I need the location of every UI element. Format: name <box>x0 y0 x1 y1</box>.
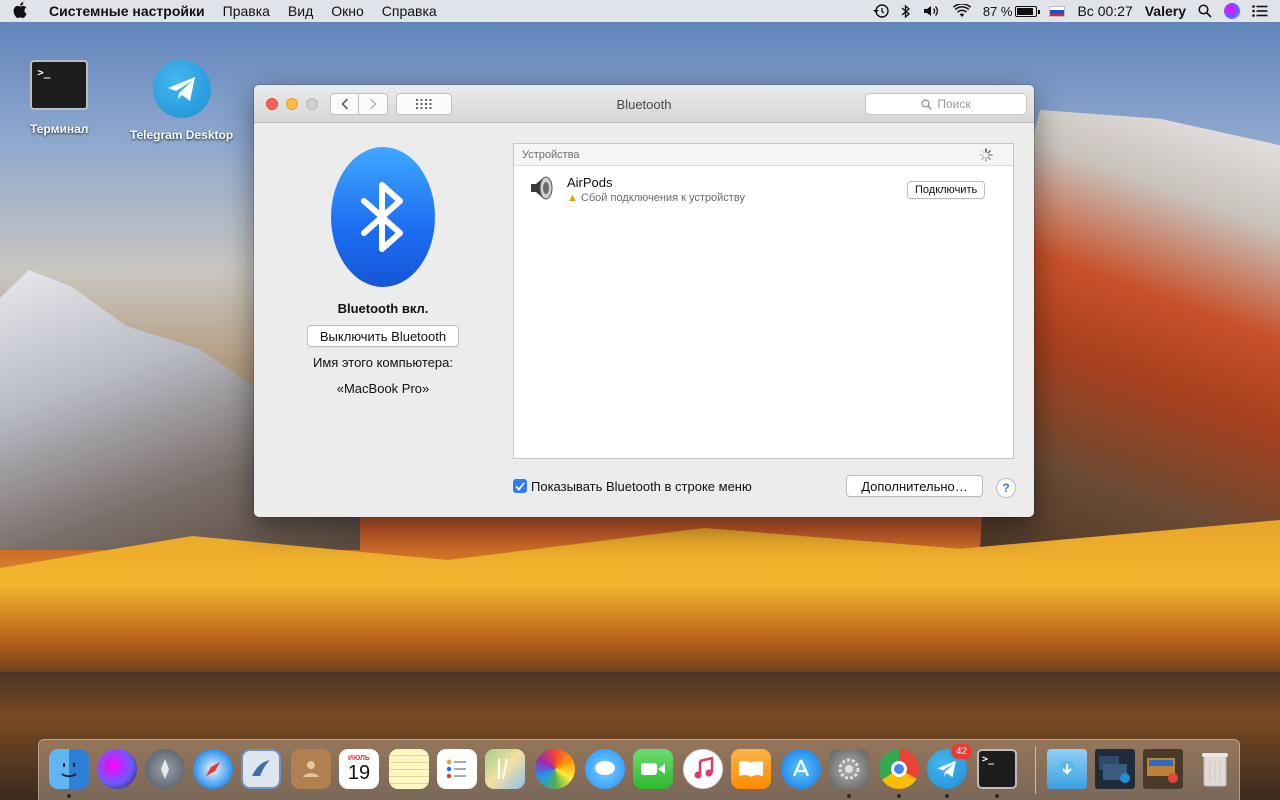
calendar-day: 19 <box>347 761 371 784</box>
time-machine-icon[interactable] <box>872 0 889 22</box>
ibooks-icon[interactable] <box>731 749 771 789</box>
desktop-stack-icon[interactable] <box>1095 749 1135 789</box>
computer-name-value: «MacBook Pro» <box>336 381 430 396</box>
desktop-icon-label: Telegram Desktop <box>130 128 234 142</box>
zoom-window-button[interactable] <box>306 98 318 110</box>
search-input[interactable]: Поиск <box>865 93 1027 115</box>
menu-window[interactable]: Окно <box>322 0 373 22</box>
menu-app-name[interactable]: Системные настройки <box>40 0 214 22</box>
chevron-right-icon <box>369 98 377 110</box>
window-titlebar[interactable]: Bluetooth Поиск <box>254 85 1034 123</box>
loading-spinner-icon <box>979 148 993 162</box>
notes-icon[interactable] <box>389 749 429 789</box>
facetime-icon[interactable] <box>633 749 673 789</box>
bluetooth-logo-icon <box>331 147 435 287</box>
bluetooth-status-pane: Bluetooth вкл. Выключить Bluetooth Имя э… <box>254 123 512 517</box>
volume-icon[interactable] <box>923 0 941 22</box>
speaker-device-icon <box>531 176 553 200</box>
menu-bar: Системные настройки Правка Вид Окно Спра… <box>0 0 1280 22</box>
calendar-icon[interactable]: ИЮЛЬ 19 <box>339 749 379 789</box>
terminal-dock-prompt: >_ <box>982 754 995 765</box>
telegram-icon <box>152 60 211 118</box>
minimize-window-button[interactable] <box>286 98 298 110</box>
running-indicator <box>67 794 71 798</box>
bottom-controls: Показывать Bluetooth в строке меню Допол… <box>513 473 1016 499</box>
forward-button[interactable] <box>359 93 388 115</box>
warning-icon: ▲ <box>567 192 578 204</box>
siri-icon[interactable] <box>1224 0 1240 22</box>
bluetooth-preferences-window: Bluetooth Поиск Bluetooth вкл. Выключить… <box>254 85 1034 517</box>
battery-icon <box>1015 5 1041 17</box>
grid-icon <box>416 99 432 109</box>
notification-center-icon[interactable] <box>1252 0 1268 22</box>
calendar-month: ИЮЛЬ <box>348 754 370 762</box>
checkmark-icon <box>515 481 525 491</box>
terminal-icon: >_ <box>30 60 89 110</box>
dock: ИЮЛЬ 19 42 >_ <box>38 739 1240 800</box>
devices-header: Устройства <box>514 144 1013 166</box>
menu-user[interactable]: Valery <box>1145 0 1186 22</box>
itunes-icon[interactable] <box>683 749 723 789</box>
running-indicator <box>847 794 851 798</box>
menu-help[interactable]: Справка <box>373 0 446 22</box>
battery-percent: 87 % <box>982 3 1013 19</box>
menu-clock[interactable]: Вс 00:27 <box>1077 0 1132 22</box>
turn-off-bluetooth-button[interactable]: Выключить Bluetooth <box>306 325 460 347</box>
desktop-icon-label: Терминал <box>30 122 89 136</box>
show-in-menubar-checkbox[interactable] <box>513 479 527 493</box>
close-window-button[interactable] <box>266 98 278 110</box>
help-button[interactable]: ? <box>996 478 1016 498</box>
wifi-icon[interactable] <box>952 0 971 22</box>
chrome-icon[interactable] <box>879 749 919 789</box>
chevron-left-icon <box>340 98 348 110</box>
advanced-button[interactable]: Дополнительно… <box>846 475 983 497</box>
computer-name-label: Имя этого компьютера: <box>312 355 453 370</box>
dock-separator <box>1035 746 1036 794</box>
terminal-dock-icon[interactable]: >_ <box>977 749 1017 789</box>
launchpad-icon[interactable] <box>145 749 185 789</box>
running-indicator <box>897 794 901 798</box>
battery-status[interactable]: 87 % <box>982 0 1041 22</box>
back-button[interactable] <box>330 93 359 115</box>
search-placeholder: Поиск <box>937 97 971 111</box>
show-in-menubar-label[interactable]: Показывать Bluetooth в строке меню <box>531 479 752 494</box>
mail-icon[interactable] <box>241 749 281 789</box>
reminders-icon[interactable] <box>437 749 477 789</box>
search-icon <box>921 98 933 110</box>
trash-icon[interactable] <box>1195 749 1235 789</box>
running-indicator <box>995 794 999 798</box>
spotlight-search-icon[interactable] <box>1198 0 1212 22</box>
terminal-prompt: >_ <box>37 66 51 79</box>
device-status: ▲ Сбой подключения к устройству <box>567 192 745 204</box>
bluetooth-status-icon[interactable] <box>901 0 911 22</box>
device-row-airpods[interactable]: AirPods ▲ Сбой подключения к устройству … <box>514 166 1013 210</box>
device-name: AirPods <box>567 175 613 190</box>
menu-view[interactable]: Вид <box>279 0 322 22</box>
system-preferences-icon[interactable] <box>829 749 869 789</box>
input-source-flag-icon[interactable] <box>1049 5 1066 17</box>
show-all-button[interactable] <box>396 93 452 115</box>
telegram-badge: 42 <box>951 744 972 759</box>
downloads-folder-icon[interactable] <box>1047 749 1087 789</box>
apple-menu-icon[interactable] <box>0 1 40 21</box>
connect-device-button[interactable]: Подключить <box>907 181 986 199</box>
wallpaper-hills <box>0 520 1280 680</box>
desktop-stack-2-icon[interactable] <box>1143 749 1183 789</box>
devices-header-label: Устройства <box>522 148 580 161</box>
contacts-icon[interactable] <box>291 749 331 789</box>
app-store-icon[interactable] <box>781 749 821 789</box>
desktop-icon-terminal[interactable]: >_ Терминал <box>30 60 88 136</box>
safari-icon[interactable] <box>193 749 233 789</box>
photos-icon[interactable] <box>535 749 575 789</box>
menu-edit[interactable]: Правка <box>214 0 279 22</box>
siri-dock-icon[interactable] <box>97 749 137 789</box>
messages-icon[interactable] <box>585 749 625 789</box>
desktop-icon-telegram[interactable]: Telegram Desktop <box>130 60 233 142</box>
running-indicator <box>945 794 949 798</box>
devices-list[interactable]: Устройства AirPods ▲ Сбой подключения к … <box>513 143 1014 459</box>
bluetooth-status-text: Bluetooth вкл. <box>337 301 429 316</box>
device-status-text: Сбой подключения к устройству <box>580 192 745 204</box>
finder-icon[interactable] <box>49 749 89 789</box>
maps-icon[interactable] <box>485 749 525 789</box>
